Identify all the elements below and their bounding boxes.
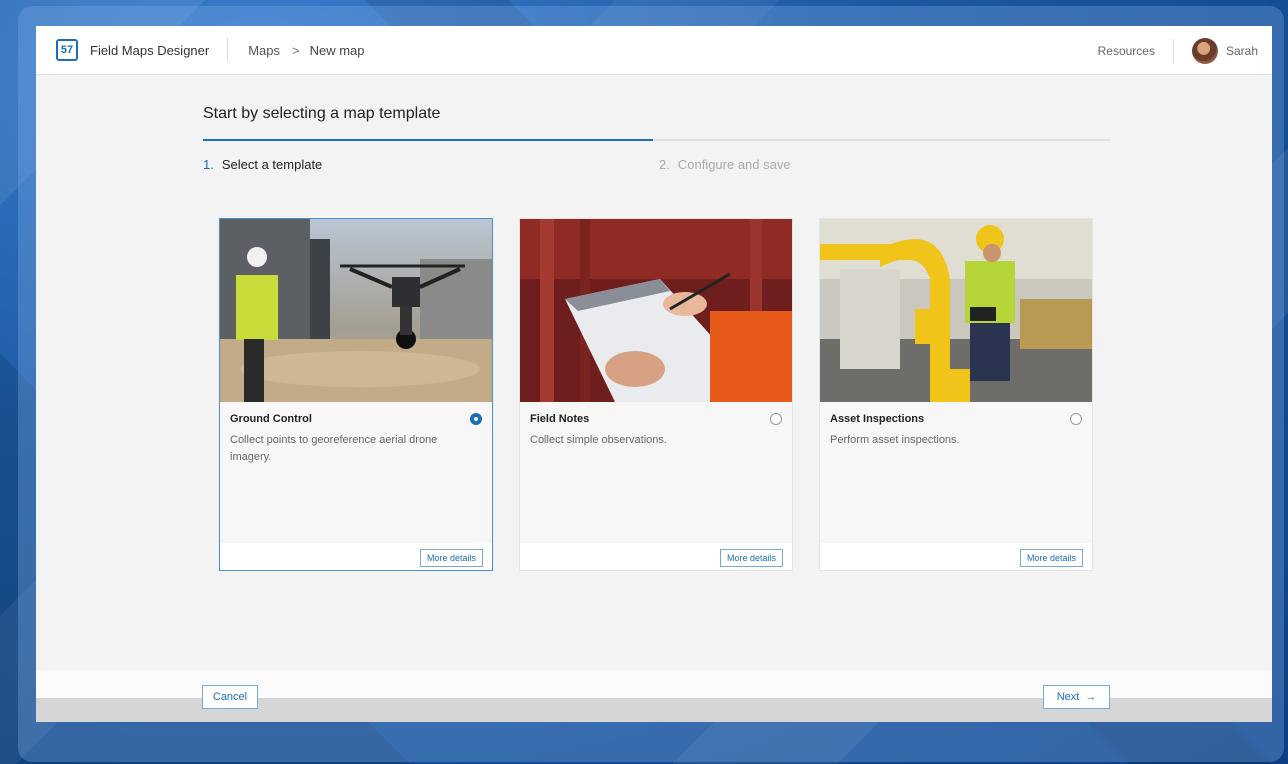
user-name[interactable]: Sarah bbox=[1226, 44, 1258, 58]
app-window: 57 Field Maps Designer Maps > New map Re… bbox=[36, 26, 1272, 722]
template-description: Perform asset inspections. bbox=[830, 434, 960, 446]
template-radio[interactable] bbox=[1070, 413, 1082, 425]
template-description: Collect simple observations. bbox=[530, 434, 667, 446]
step-configure-save: 2. Configure and save bbox=[659, 157, 791, 172]
step-label: Select a template bbox=[221, 157, 323, 172]
top-header: 57 Field Maps Designer Maps > New map Re… bbox=[36, 26, 1272, 75]
clipboard-photo bbox=[520, 219, 792, 402]
more-details-button[interactable]: More details bbox=[1019, 549, 1083, 567]
template-card-field-notes[interactable]: Field Notes Collect simple observations.… bbox=[519, 218, 793, 571]
user-avatar[interactable] bbox=[1191, 37, 1218, 64]
card-footer: More details bbox=[820, 543, 1092, 570]
field-maps-logo-icon[interactable]: 57 bbox=[56, 39, 78, 61]
template-card-ground-control[interactable]: Ground Control Collect points to georefe… bbox=[219, 218, 493, 571]
step-select-template: 1. Select a template bbox=[203, 157, 322, 172]
app-name[interactable]: Field Maps Designer bbox=[90, 43, 209, 58]
breadcrumb-maps[interactable]: Maps bbox=[248, 43, 280, 58]
template-description: Collect points to georeference aerial dr… bbox=[230, 434, 438, 463]
header-divider bbox=[1172, 38, 1174, 63]
next-button[interactable]: Next → bbox=[1043, 685, 1110, 709]
step-number: 2. bbox=[659, 157, 670, 172]
card-footer: More details bbox=[220, 543, 492, 570]
more-details-button[interactable]: More details bbox=[419, 549, 483, 567]
template-radio-selected[interactable] bbox=[470, 413, 482, 425]
step-label: Configure and save bbox=[677, 157, 791, 172]
template-card-asset-inspections[interactable]: Asset Inspections Perform asset inspecti… bbox=[819, 218, 1093, 571]
next-label: Next bbox=[1056, 691, 1080, 703]
arrow-right-icon: → bbox=[1085, 691, 1097, 703]
template-title: Asset Inspections bbox=[830, 413, 925, 425]
card-footer: More details bbox=[520, 543, 792, 570]
page-title: Start by selecting a map template bbox=[203, 105, 441, 122]
template-title: Field Notes bbox=[530, 413, 590, 425]
step-number: 1. bbox=[203, 157, 214, 172]
breadcrumb-current: New map bbox=[309, 42, 365, 58]
header-divider bbox=[227, 38, 229, 62]
resources-link[interactable]: Resources bbox=[1098, 44, 1155, 58]
template-radio[interactable] bbox=[770, 413, 782, 425]
cancel-button[interactable]: Cancel bbox=[202, 685, 258, 709]
chevron-right-icon: > bbox=[292, 42, 300, 58]
more-details-button[interactable]: More details bbox=[719, 549, 783, 567]
step-progress-fill bbox=[203, 139, 653, 141]
pipeline-worker-photo bbox=[820, 219, 1092, 402]
drone-photo bbox=[220, 219, 492, 402]
step-progress-track bbox=[203, 139, 1110, 141]
template-title: Ground Control bbox=[230, 413, 312, 425]
